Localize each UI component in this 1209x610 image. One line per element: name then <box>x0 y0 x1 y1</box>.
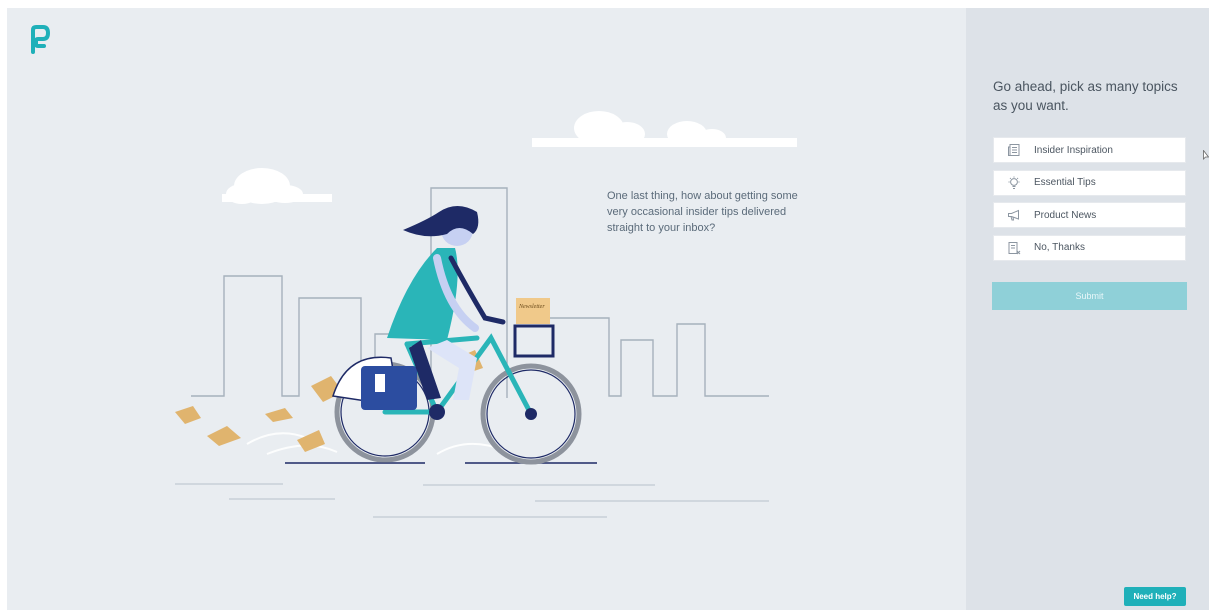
mouse-cursor-icon <box>1203 150 1209 160</box>
submit-button[interactable]: Submit <box>992 282 1187 310</box>
app-frame: Newsletter One last thing, how about get… <box>7 8 1209 610</box>
topic-product-news[interactable]: Product News <box>993 202 1186 228</box>
topics-sidebar: Go ahead, pick as many topics as you wan… <box>966 8 1209 610</box>
topic-label: Product News <box>1034 209 1097 221</box>
megaphone-icon <box>994 208 1034 222</box>
topic-label: No, Thanks <box>1034 242 1085 253</box>
topic-label: Essential Tips <box>1034 177 1096 188</box>
newsletter-prompt: One last thing, how about getting some v… <box>607 190 798 234</box>
newspaper-icon <box>994 143 1034 157</box>
basket-newsletter-label: Newsletter <box>518 304 545 310</box>
need-help-button[interactable]: Need help? <box>1124 587 1186 606</box>
document-x-icon <box>994 241 1034 255</box>
topic-insider-inspiration[interactable]: Insider Inspiration <box>993 137 1186 163</box>
lightbulb-icon <box>994 176 1034 190</box>
cyclist-illustration: Newsletter <box>175 111 797 518</box>
sidebar-title: Go ahead, pick as many topics as you wan… <box>993 79 1178 113</box>
main-panel: Newsletter One last thing, how about get… <box>7 8 966 610</box>
topic-label: Insider Inspiration <box>1034 144 1113 156</box>
topic-no-thanks[interactable]: No, Thanks <box>993 234 1186 261</box>
topic-essential-tips[interactable]: Essential Tips <box>993 169 1186 196</box>
topic-list: Insider Inspiration Essential Tips Produ… <box>993 137 1186 267</box>
